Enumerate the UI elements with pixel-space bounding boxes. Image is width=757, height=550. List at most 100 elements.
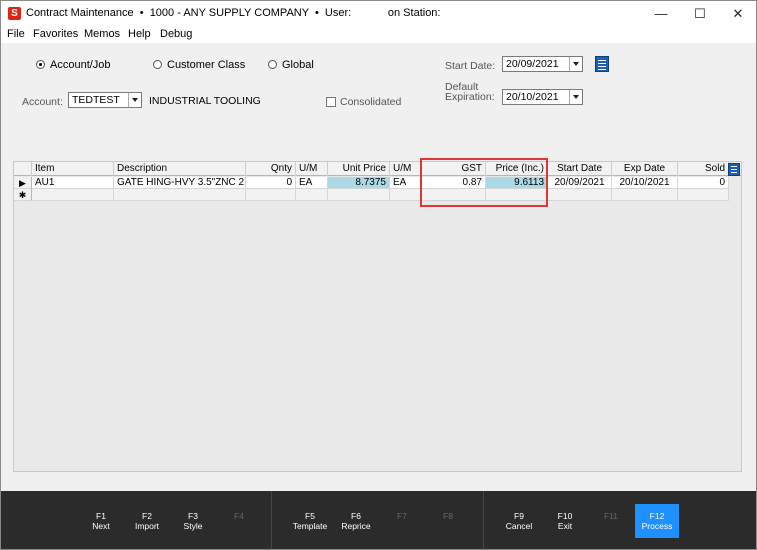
menu-bar: File Favorites Memos Help Debug bbox=[1, 26, 756, 43]
f2-import-button[interactable]: F2 Import bbox=[125, 511, 169, 531]
contract-items-grid[interactable]: Item Description Qnty U/M Unit Price U/M… bbox=[13, 161, 742, 472]
new-cell[interactable] bbox=[612, 189, 678, 201]
fkey-code: F11 bbox=[603, 511, 619, 521]
options-menu-icon[interactable] bbox=[595, 56, 609, 72]
f4-button-disabled: F4 bbox=[217, 511, 261, 521]
col-header-sold[interactable]: Sold bbox=[678, 162, 729, 176]
close-button[interactable]: ✕ bbox=[720, 1, 756, 26]
grid-header: Item Description Qnty U/M Unit Price U/M… bbox=[14, 162, 741, 176]
fkey-code: F2 bbox=[142, 511, 152, 521]
new-row[interactable]: ✱ bbox=[14, 189, 729, 201]
radio-label: Account/Job bbox=[50, 59, 111, 71]
f12-process-button[interactable]: F12 Process bbox=[635, 504, 679, 538]
f9-cancel-button[interactable]: F9 Cancel bbox=[497, 511, 541, 531]
f10-exit-button[interactable]: F10 Exit bbox=[543, 511, 587, 531]
new-cell[interactable] bbox=[32, 189, 114, 201]
footer-divider bbox=[483, 491, 484, 549]
function-key-bar: F1 Next F2 Import F3 Style F4 F5 Templat… bbox=[1, 491, 756, 549]
fkey-label: Import bbox=[134, 521, 160, 531]
cell-unit-price[interactable]: 8.7375 bbox=[328, 177, 390, 189]
chevron-down-icon[interactable] bbox=[569, 90, 582, 104]
radio-label: Customer Class bbox=[167, 59, 246, 71]
col-header-item[interactable]: Item bbox=[32, 162, 114, 176]
title-bar: S Contract Maintenance • 1000 - ANY SUPP… bbox=[1, 1, 756, 26]
app-logo-icon: S bbox=[8, 7, 21, 20]
fkey-label: Cancel bbox=[505, 521, 533, 531]
new-cell[interactable] bbox=[296, 189, 328, 201]
radio-unselected-icon bbox=[268, 60, 277, 69]
menu-debug[interactable]: Debug bbox=[160, 28, 192, 40]
radio-unselected-icon bbox=[153, 60, 162, 69]
consolidated-checkbox[interactable] bbox=[326, 97, 336, 107]
cell-qnty[interactable]: 0 bbox=[246, 177, 296, 189]
default-expiration-value: 20/10/2021 bbox=[506, 91, 559, 103]
cell-um[interactable]: EA bbox=[296, 177, 328, 189]
f8-button-disabled: F8 bbox=[426, 511, 470, 521]
fkey-code: F4 bbox=[234, 511, 244, 521]
fkey-label: Next bbox=[92, 521, 110, 531]
cell-um-2[interactable]: EA bbox=[390, 177, 422, 189]
f3-style-button[interactable]: F3 Style bbox=[171, 511, 215, 531]
footer-divider bbox=[271, 491, 272, 549]
fkey-label: Process bbox=[641, 521, 673, 531]
cell-description[interactable]: GATE HING-HVY 3.5"ZNC 2P bbox=[114, 177, 246, 189]
minimize-button[interactable]: — bbox=[643, 1, 679, 26]
fkey-code: F3 bbox=[188, 511, 198, 521]
account-value: TEDTEST bbox=[72, 94, 120, 106]
cell-start-date[interactable]: 20/09/2021 bbox=[548, 177, 612, 189]
new-cell[interactable] bbox=[548, 189, 612, 201]
new-cell[interactable] bbox=[328, 189, 390, 201]
new-cell[interactable] bbox=[246, 189, 296, 201]
current-row-icon: ▶ bbox=[14, 177, 32, 189]
menu-help[interactable]: Help bbox=[128, 28, 151, 40]
new-row-icon: ✱ bbox=[14, 189, 32, 201]
column-chooser-icon[interactable] bbox=[728, 163, 740, 176]
fkey-label: Style bbox=[183, 521, 203, 531]
col-header-start-date[interactable]: Start Date bbox=[548, 162, 612, 176]
fkey-code: F9 bbox=[514, 511, 524, 521]
fkey-code: F1 bbox=[96, 511, 106, 521]
cell-sold[interactable]: 0 bbox=[678, 177, 729, 189]
account-name: INDUSTRIAL TOOLING bbox=[149, 95, 261, 107]
menu-file[interactable]: File bbox=[7, 28, 25, 40]
f1-next-button[interactable]: F1 Next bbox=[79, 511, 123, 531]
cell-item[interactable]: AU1 bbox=[32, 177, 114, 189]
table-row[interactable]: ▶ AU1 GATE HING-HVY 3.5"ZNC 2P 0 EA 8.73… bbox=[14, 177, 729, 189]
col-header-qnty[interactable]: Qnty bbox=[246, 162, 296, 176]
default-expiration-label-2: Expiration: bbox=[445, 91, 495, 103]
account-select[interactable]: TEDTEST bbox=[68, 92, 142, 108]
col-header-unit-price[interactable]: Unit Price bbox=[328, 162, 390, 176]
fkey-code: F7 bbox=[397, 511, 407, 521]
menu-favorites[interactable]: Favorites bbox=[33, 28, 78, 40]
f7-button-disabled: F7 bbox=[380, 511, 424, 521]
col-header-um-2[interactable]: U/M bbox=[390, 162, 422, 176]
col-header-um[interactable]: U/M bbox=[296, 162, 328, 176]
radio-label: Global bbox=[282, 59, 314, 71]
start-date-label: Start Date: bbox=[445, 60, 496, 72]
fkey-label: Exit bbox=[557, 521, 573, 531]
col-header-description[interactable]: Description bbox=[114, 162, 246, 176]
maximize-button[interactable]: ☐ bbox=[682, 1, 718, 26]
chevron-down-icon[interactable] bbox=[128, 93, 141, 107]
chevron-down-icon[interactable] bbox=[569, 57, 582, 71]
menu-memos[interactable]: Memos bbox=[84, 28, 120, 40]
cell-exp-date[interactable]: 20/10/2021 bbox=[612, 177, 678, 189]
window-title: Contract Maintenance • 1000 - ANY SUPPLY… bbox=[26, 7, 441, 19]
fkey-label: Template bbox=[292, 521, 328, 531]
new-cell[interactable] bbox=[678, 189, 729, 201]
f11-button-disabled: F11 bbox=[589, 511, 633, 521]
start-date-picker[interactable]: 20/09/2021 bbox=[502, 56, 583, 72]
fkey-code: F10 bbox=[557, 511, 573, 521]
default-expiration-picker[interactable]: 20/10/2021 bbox=[502, 89, 583, 105]
fkey-code: F12 bbox=[649, 511, 665, 521]
fkey-label: Reprice bbox=[341, 521, 371, 531]
start-date-value: 20/09/2021 bbox=[506, 58, 559, 70]
contract-maintenance-window: S Contract Maintenance • 1000 - ANY SUPP… bbox=[0, 0, 757, 550]
f5-template-button[interactable]: F5 Template bbox=[288, 511, 332, 531]
account-label: Account: bbox=[22, 96, 63, 108]
new-cell[interactable] bbox=[114, 189, 246, 201]
annotation-highlight-box bbox=[420, 158, 548, 207]
f6-reprice-button[interactable]: F6 Reprice bbox=[334, 511, 378, 531]
new-cell[interactable] bbox=[390, 189, 422, 201]
col-header-exp-date[interactable]: Exp Date bbox=[612, 162, 678, 176]
